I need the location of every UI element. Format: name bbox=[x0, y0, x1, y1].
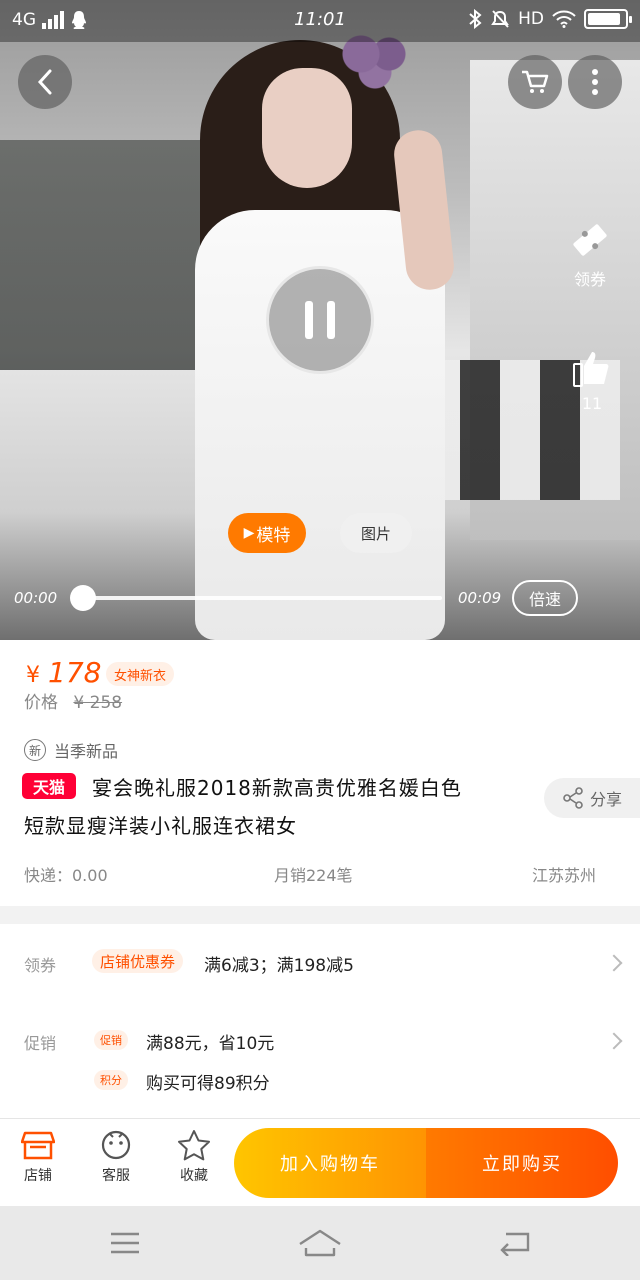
add-to-cart-label: 加入购物车 bbox=[280, 1154, 380, 1175]
like-count: 11 bbox=[581, 394, 603, 413]
video-timeline: 00:00 00:09 倍速 bbox=[0, 580, 640, 620]
bottom-action-bar: 店铺 客服 收藏 加入购物车 立即购买 bbox=[0, 1118, 640, 1206]
pause-bar-right bbox=[327, 301, 335, 339]
promo-tag: 促销 bbox=[94, 1030, 128, 1050]
share-button[interactable]: 分享 bbox=[544, 778, 640, 818]
points-tag: 积分 bbox=[94, 1070, 128, 1090]
add-to-cart-button[interactable]: 加入购物车 bbox=[234, 1128, 426, 1198]
play-icon: ▶ bbox=[243, 525, 255, 541]
home-icon bbox=[299, 1229, 341, 1257]
coupon-terms: 满6减3；满198减5 bbox=[204, 956, 354, 976]
cart-button[interactable] bbox=[508, 55, 562, 109]
favorite-button[interactable]: 收藏 bbox=[164, 1129, 224, 1185]
original-price-label: 价格 bbox=[24, 693, 58, 713]
monthly-sales: 月销224笔 bbox=[274, 866, 353, 885]
store-button-label: 店铺 bbox=[24, 1168, 52, 1184]
progress-track[interactable] bbox=[74, 596, 442, 600]
share-icon bbox=[563, 787, 583, 809]
chevron-right-icon bbox=[605, 1032, 623, 1050]
tmall-badge: 天猫 bbox=[22, 773, 76, 799]
new-circle-icon: 新 bbox=[24, 739, 46, 761]
wifi-icon bbox=[552, 10, 576, 28]
buy-now-label: 立即购买 bbox=[482, 1154, 562, 1175]
mute-icon bbox=[491, 10, 509, 28]
coupon-shortcut-label: 领券 bbox=[573, 270, 606, 289]
system-navigation-bar bbox=[0, 1206, 640, 1280]
product-title-line-1: 宴会晚礼服2018新款高贵优雅名媛白色 bbox=[92, 776, 462, 800]
bluetooth-icon bbox=[469, 9, 482, 29]
home-button[interactable] bbox=[296, 1226, 344, 1260]
pause-bar-left bbox=[305, 301, 313, 339]
progress-knob[interactable] bbox=[70, 585, 96, 611]
buy-now-button[interactable]: 立即购买 bbox=[426, 1128, 618, 1198]
chevron-right-icon bbox=[605, 954, 623, 972]
playback-speed-label: 倍速 bbox=[528, 590, 561, 609]
playback-speed-button[interactable]: 倍速 bbox=[512, 580, 578, 616]
battery-level bbox=[588, 13, 620, 25]
menu-button[interactable] bbox=[101, 1226, 149, 1260]
current-time: 00:00 bbox=[14, 589, 58, 607]
battery-icon bbox=[584, 9, 632, 29]
more-options-button[interactable] bbox=[568, 55, 622, 109]
store-icon bbox=[21, 1131, 55, 1160]
promo-discount-text: 满88元，省10元 bbox=[146, 1034, 275, 1054]
store-coupon-tag: 店铺优惠券 bbox=[92, 949, 184, 973]
back-button[interactable] bbox=[18, 55, 72, 109]
share-label: 分享 bbox=[589, 790, 622, 809]
total-time: 00:09 bbox=[458, 589, 502, 607]
status-bar: 4G 11:01 HD bbox=[0, 0, 640, 42]
photo-tab[interactable]: 图片 bbox=[340, 513, 412, 553]
like-button[interactable]: 11 bbox=[564, 346, 620, 413]
original-price: 价格 ¥ 258 bbox=[24, 688, 122, 713]
customer-service-button[interactable]: 客服 bbox=[86, 1129, 146, 1185]
pause-button[interactable] bbox=[266, 266, 374, 374]
product-info-section: ¥ 178 女神新衣 价格 ¥ 258 新 当季新品 天猫 宴会晚礼服2018新… bbox=[0, 640, 640, 906]
points-text: 购买可得89积分 bbox=[146, 1074, 270, 1094]
back-nav-button[interactable] bbox=[491, 1226, 539, 1260]
shipping-fee: 快递：0.00 bbox=[24, 866, 108, 885]
season-new-label: 当季新品 bbox=[54, 742, 119, 761]
thumbs-up-icon bbox=[573, 352, 609, 387]
status-icons: HD bbox=[468, 9, 632, 29]
price-value: 178 bbox=[48, 656, 102, 689]
menu-icon bbox=[111, 1232, 139, 1254]
hd-indicator: HD bbox=[518, 9, 544, 29]
ship-from-location: 江苏苏州 bbox=[532, 866, 597, 885]
favorite-label: 收藏 bbox=[180, 1168, 208, 1184]
star-icon bbox=[178, 1130, 210, 1161]
ticket-icon bbox=[573, 224, 607, 256]
store-button[interactable]: 店铺 bbox=[8, 1129, 68, 1185]
customer-service-label: 客服 bbox=[102, 1168, 130, 1184]
season-new-tag: 新 当季新品 bbox=[24, 738, 118, 762]
product-detail-page: 4G 11:01 HD 领券 11 ▶ 模特 图片 00:00 00:09 倍速… bbox=[0, 0, 640, 1280]
original-price-value: ¥ 258 bbox=[73, 693, 123, 713]
photo-tab-label: 图片 bbox=[360, 524, 391, 543]
product-title-line-2: 短款显瘦洋装小礼服连衣裙女 bbox=[24, 814, 297, 838]
customer-service-icon bbox=[101, 1130, 131, 1160]
model-video-tab[interactable]: ▶ 模特 bbox=[228, 513, 306, 553]
coupon-row-label: 领券 bbox=[24, 956, 57, 975]
shopping-cart-icon bbox=[522, 70, 549, 93]
model-video-tab-label: 模特 bbox=[256, 525, 291, 546]
promotions-section: 领券 店铺优惠券 满6减3；满198减5 促销 促销 满88元，省10元 积分 … bbox=[0, 924, 640, 1118]
price: ¥ 178 bbox=[26, 656, 101, 689]
currency-symbol: ¥ bbox=[26, 663, 40, 688]
model-face bbox=[262, 68, 352, 188]
coupon-shortcut[interactable]: 领券 bbox=[562, 218, 618, 290]
more-vertical-icon bbox=[592, 69, 598, 95]
promo-row-label: 促销 bbox=[24, 1034, 57, 1053]
new-arrival-badge: 女神新衣 bbox=[106, 662, 175, 686]
chevron-left-icon bbox=[37, 69, 52, 95]
return-icon bbox=[500, 1232, 530, 1256]
